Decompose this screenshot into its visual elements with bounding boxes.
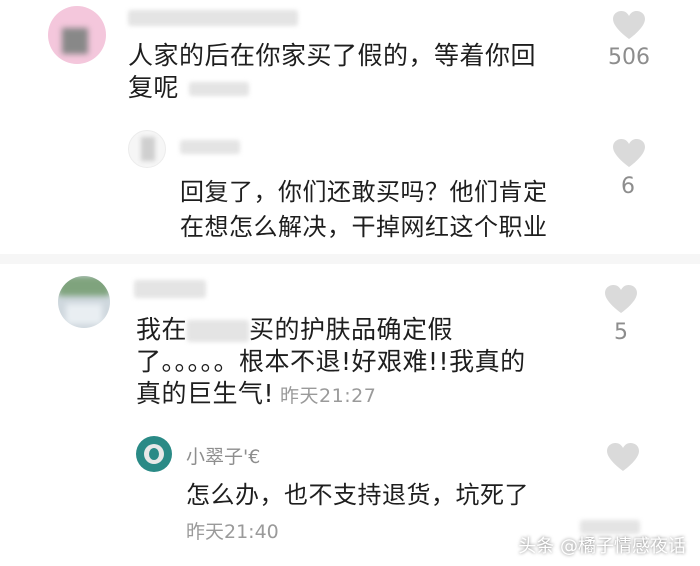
username-blurred	[128, 10, 298, 26]
heart-icon[interactable]	[612, 10, 646, 40]
reply-line: 怎么办，也不支持退货，坑死了	[186, 481, 529, 509]
heart-icon[interactable]	[606, 442, 640, 472]
comment-line: 复呢	[128, 73, 180, 102]
username-blurred	[134, 280, 206, 298]
avatar[interactable]	[58, 276, 110, 328]
comment-line: 了。。。。。根本不退!好艰难!!我真的	[136, 347, 526, 376]
reply-line: 在想怎么解决，干掉网红这个职业	[180, 213, 548, 241]
reply-line: 回复了，你们还敢买吗？他们肯定	[180, 178, 548, 206]
comment-text: 人家的后在你家买了假的，等着你回 复呢	[128, 40, 536, 106]
comment-line: 买的护肤品确定假	[249, 315, 454, 344]
watermark: 头条 @橘子情感夜话	[518, 536, 686, 557]
divider	[0, 254, 700, 264]
like-count: 5	[614, 320, 628, 345]
redacted-blurred	[187, 320, 250, 342]
comment-line: 人家的后在你家买了假的，等着你回	[128, 41, 537, 70]
comment-text: 我在 买的护肤品确定假 了。。。。。根本不退!好艰难!!我真的 真的巨生气! 昨天2…	[136, 314, 526, 412]
reply-text: 怎么办，也不支持退货，坑死了	[186, 478, 529, 513]
avatar[interactable]	[136, 436, 172, 472]
username-blurred	[180, 140, 240, 154]
avatar[interactable]	[48, 6, 106, 64]
comment-line: 真的巨生气!	[136, 379, 275, 408]
heart-icon[interactable]	[604, 284, 638, 314]
avatar[interactable]	[128, 130, 166, 168]
like-count: 6	[621, 174, 635, 199]
reply-text: 回复了，你们还敢买吗？他们肯定 在想怎么解决，干掉网红这个职业	[180, 175, 548, 245]
timestamp: 昨天21:40	[186, 521, 279, 543]
username[interactable]: 小翠子'€	[186, 442, 260, 469]
comment-line: 我在	[136, 315, 188, 344]
timestamp: 昨天21:27	[280, 385, 377, 407]
like-count: 506	[608, 45, 650, 70]
heart-icon[interactable]	[612, 138, 646, 168]
